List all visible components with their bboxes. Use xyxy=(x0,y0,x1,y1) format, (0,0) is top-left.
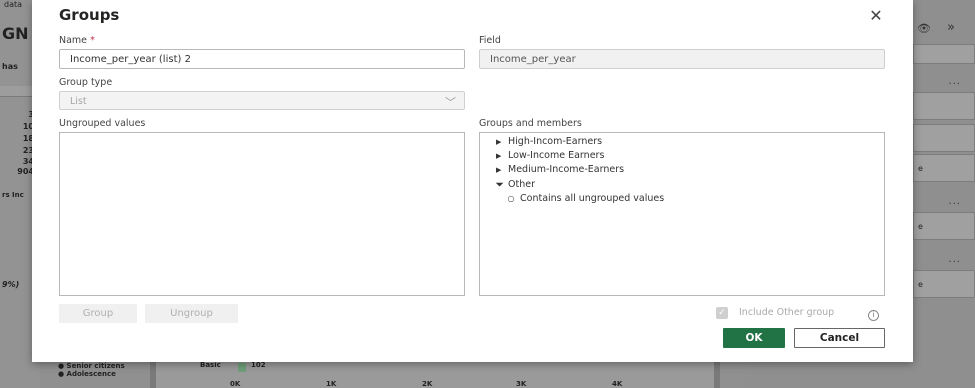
group-type-label: Group type xyxy=(59,77,113,88)
bg-panel-text: e xyxy=(918,280,923,289)
cancel-button[interactable]: Cancel xyxy=(794,328,885,348)
ungrouped-values-list[interactable] xyxy=(59,132,465,296)
chevron-down-icon: ﹀ xyxy=(445,96,456,109)
group-label: High-Incom-Earners xyxy=(508,136,603,147)
group-button[interactable]: Group xyxy=(59,304,137,323)
include-other-checkbox[interactable]: ✓ xyxy=(716,307,728,319)
collapsed-arrow-icon[interactable]: ▶ xyxy=(496,138,508,146)
groups-dialog: Groups ✕ Name * Income_per_year (list) 2… xyxy=(32,0,913,362)
bg-panel: e xyxy=(913,154,975,182)
chart-tick: 2K xyxy=(422,380,433,388)
ungroup-button[interactable]: Ungroup xyxy=(145,304,238,323)
more-options-icon: ... xyxy=(948,76,961,87)
legend-adolescence-text: Adolescence xyxy=(66,370,116,378)
bg-panel-text: e xyxy=(918,164,923,173)
group-item-high-income[interactable]: ▶ High-Incom-Earners xyxy=(496,136,602,147)
ungrouped-values-label: Ungrouped values xyxy=(59,118,146,129)
required-mark: * xyxy=(90,35,95,46)
ok-button[interactable]: OK xyxy=(723,328,785,348)
group-item-other[interactable]: ◢ Other xyxy=(495,178,535,192)
groups-and-members-label: Groups and members xyxy=(479,118,582,129)
group-type-select: List ﹀ xyxy=(59,91,465,110)
eye-icon: 👁 xyxy=(917,22,931,35)
name-label-text: Name xyxy=(59,35,88,46)
chart-tick: 3K xyxy=(516,380,527,388)
bg-panel-text: e xyxy=(918,222,923,231)
chart-tick: 0K xyxy=(230,380,241,388)
groups-and-members-list: ▶ High-Incom-Earners ▶ Low-Income Earners … xyxy=(479,132,885,296)
close-icon[interactable]: ✕ xyxy=(868,8,884,24)
dialog-title: Groups xyxy=(59,6,120,24)
field-input: Income_per_year xyxy=(479,49,885,69)
chart-tick: 1K xyxy=(326,380,337,388)
bg-panel: e xyxy=(913,270,975,298)
group-label: Low-Income Earners xyxy=(508,150,605,161)
name-label: Name * xyxy=(59,35,95,46)
collapsed-arrow-icon[interactable]: ▶ xyxy=(496,166,508,174)
bg-panel xyxy=(913,92,975,120)
more-options-icon: ... xyxy=(948,196,961,207)
legend-adolescence: ● Adolescence xyxy=(58,370,116,378)
group-label: Other xyxy=(508,179,535,190)
bg-panel xyxy=(913,44,975,64)
info-icon[interactable]: i xyxy=(868,310,879,321)
group-item-low-income[interactable]: ▶ Low-Income Earners xyxy=(496,150,604,161)
more-options-icon: ... xyxy=(948,254,961,265)
bg-panel xyxy=(913,124,975,152)
group-type-value: List xyxy=(70,96,87,107)
expanded-arrow-icon[interactable]: ◢ xyxy=(495,178,509,192)
chart-bar xyxy=(238,363,246,372)
expand-icon: » xyxy=(947,20,955,35)
collapsed-arrow-icon[interactable]: ▶ xyxy=(496,152,508,160)
member-label: Contains all ungrouped values xyxy=(520,193,665,204)
field-label: Field xyxy=(479,35,501,46)
chart-bar-value: 102 xyxy=(251,361,266,369)
group-label: Medium-Income-Earners xyxy=(508,164,625,175)
bullet-icon: ○ xyxy=(507,194,515,203)
name-input[interactable]: Income_per_year (list) 2 xyxy=(59,49,465,69)
legend-senior: ● Senior citizens xyxy=(58,362,125,370)
include-other-label: Include Other group xyxy=(739,307,835,318)
member-item[interactable]: ○ Contains all ungrouped values xyxy=(502,193,665,204)
chart-tick: 4K xyxy=(612,380,623,388)
group-item-medium-income[interactable]: ▶ Medium-Income-Earners xyxy=(496,164,624,175)
bg-panel: e xyxy=(913,212,975,240)
legend-senior-text: Senior citizens xyxy=(66,362,125,370)
chart-category-label: Basic xyxy=(200,361,221,369)
